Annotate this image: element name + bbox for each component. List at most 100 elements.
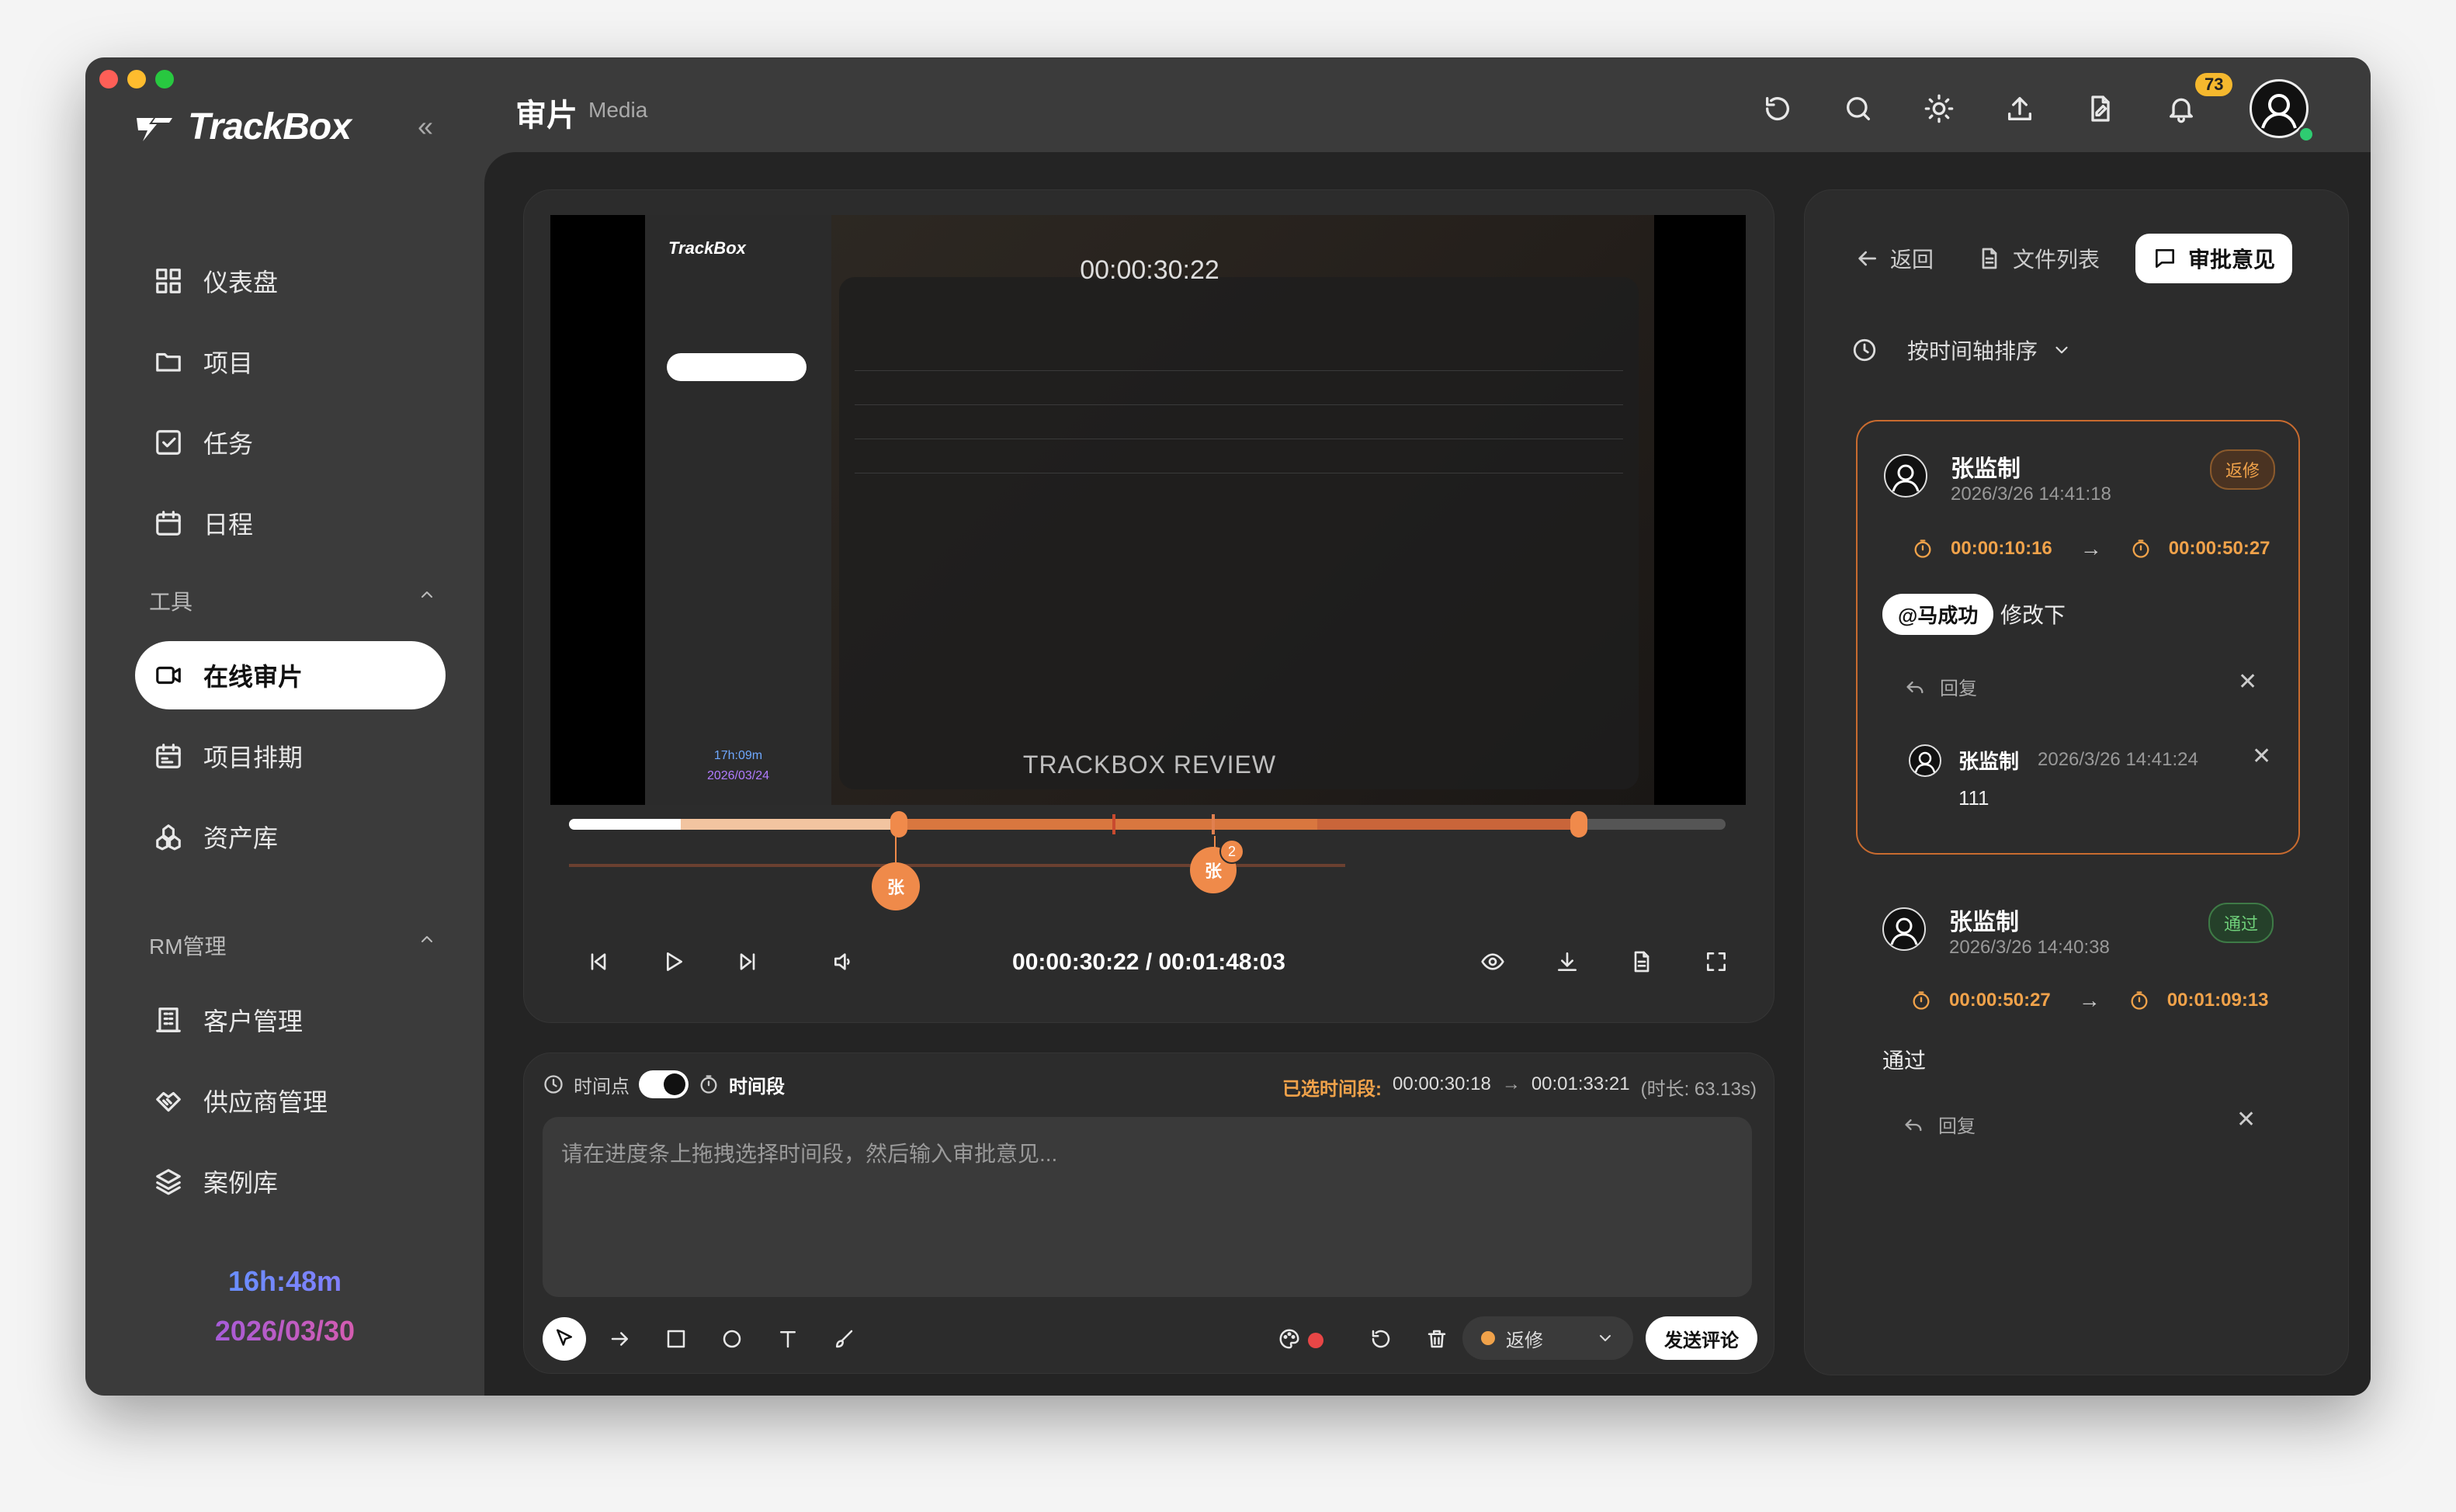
rectangle-tool-button[interactable]: [654, 1317, 698, 1361]
reply-icon: [1906, 681, 1924, 693]
page-subtitle: Media: [588, 98, 648, 122]
comment-input[interactable]: [543, 1117, 1752, 1297]
select-tool-button[interactable]: [543, 1317, 586, 1361]
undo-button[interactable]: [1359, 1317, 1403, 1361]
mode-point-label[interactable]: 时间点: [574, 1071, 630, 1098]
tab-file-list-label: 文件列表: [2013, 248, 2100, 272]
fullscreen-button[interactable]: [1698, 943, 1735, 980]
timer-icon: [2131, 991, 2148, 1010]
reply-label: 回复: [1938, 1116, 1976, 1137]
comment-time-range[interactable]: 00:00:10:16 → 00:00:50:27: [1912, 536, 2270, 561]
download-button[interactable]: [1549, 943, 1586, 980]
app-name: TrackBox: [188, 106, 352, 147]
sidebar-item-tasks[interactable]: 任务: [135, 408, 446, 477]
comment-avatar: [1884, 454, 1927, 498]
app-logo[interactable]: TrackBox: [132, 106, 352, 148]
selected-range-arrow: →: [1501, 1073, 1521, 1094]
layers-icon: [156, 1169, 181, 1195]
handshake-icon: [156, 1091, 181, 1112]
close-reply-button[interactable]: ✕: [2236, 1106, 2256, 1133]
current-time: 00:00:30:22: [1012, 949, 1140, 975]
send-comment-button[interactable]: 发送评论: [1646, 1316, 1757, 1360]
selected-range-start: 00:00:30:18: [1393, 1073, 1491, 1094]
brush-icon: [836, 1330, 853, 1348]
comment-pin[interactable]: 张: [872, 862, 920, 910]
circle-tool-button[interactable]: [710, 1317, 754, 1361]
reply-button[interactable]: 回复: [1904, 673, 1977, 700]
color-picker-button[interactable]: [1268, 1317, 1311, 1361]
toggle-annotations-button[interactable]: [1474, 943, 1511, 980]
status-select[interactable]: 返修: [1462, 1316, 1633, 1360]
refresh-icon: [1765, 97, 1789, 121]
sidebar-item-assets[interactable]: 资产库: [135, 803, 446, 871]
sidebar-item-project-schedule[interactable]: 项目排期: [135, 722, 446, 790]
tab-review-comments[interactable]: 审批意见: [2135, 234, 2293, 283]
rm-group-header[interactable]: RM管理: [149, 930, 436, 961]
mention-tag[interactable]: @马成功: [1882, 594, 1994, 635]
comment-time-range[interactable]: 00:00:50:27 → 00:01:09:13: [1910, 988, 2269, 1013]
avatar-figure-icon: [1914, 751, 1936, 773]
document-icon: [1634, 951, 1649, 973]
arrow-tool-button[interactable]: [598, 1317, 642, 1361]
tools-group-header[interactable]: 工具: [149, 585, 436, 616]
delete-reply-button[interactable]: ✕: [2252, 743, 2271, 770]
comment-text: 修改下: [2000, 603, 2066, 627]
range-start-handle[interactable]: [890, 811, 907, 837]
current-color-swatch[interactable]: [1308, 1333, 1323, 1348]
trackbox-logo-icon: [137, 117, 172, 141]
reply-label: 回复: [1940, 678, 1977, 699]
sidebar-item-label: 资产库: [203, 824, 279, 852]
reply-icon: [1905, 1118, 1922, 1131]
sidebar-item-label: 日程: [203, 511, 254, 539]
collapse-sidebar-button[interactable]: «: [418, 110, 433, 143]
status-badge: 通过: [2208, 903, 2274, 943]
upload-button[interactable]: [1998, 87, 2041, 130]
sidebar-item-dashboard[interactable]: 仪表盘: [135, 247, 446, 315]
search-button[interactable]: [1837, 87, 1880, 130]
back-button[interactable]: 返回: [1854, 234, 1934, 283]
calendar-icon: [156, 511, 181, 536]
notification-badge: 73: [2195, 73, 2233, 96]
sidebar-item-suppliers[interactable]: 供应商管理: [135, 1066, 446, 1135]
video-frame[interactable]: TrackBox 17h:09m 2026/03/24 00:00:30:22 …: [550, 215, 1746, 805]
delete-annotation-button[interactable]: [1415, 1317, 1459, 1361]
comment-range-end: 00:01:09:13: [2166, 990, 2269, 1011]
timeline-scrubber[interactable]: [569, 811, 1726, 837]
comment-icon: [2156, 249, 2174, 268]
mode-range-label[interactable]: 时间段: [729, 1071, 785, 1098]
sidebar-item-label: 仪表盘: [203, 269, 279, 297]
timer-icon: [2132, 539, 2149, 558]
text-tool-button[interactable]: [766, 1317, 810, 1361]
sidebar-item-schedule[interactable]: 日程: [135, 489, 446, 557]
back-label: 返回: [1890, 248, 1934, 272]
tab-file-list[interactable]: 文件列表: [1977, 234, 2100, 283]
file-icon: [1982, 248, 1997, 269]
comment-avatar: [1882, 907, 1926, 951]
reply-button[interactable]: 回复: [1903, 1111, 1976, 1138]
brush-tool-button[interactable]: [822, 1317, 865, 1361]
sidebar-item-online-review[interactable]: 在线审片: [135, 641, 446, 709]
reply-avatar: [1909, 744, 1941, 777]
avatar-figure-icon: [2261, 94, 2297, 129]
comment-card[interactable]: 张监制 2026/3/26 14:41:18 返修 00:00:10:16 → …: [1856, 420, 2300, 855]
sidebar-item-projects[interactable]: 项目: [135, 328, 446, 396]
theme-toggle-button[interactable]: [1917, 87, 1961, 130]
comment-card[interactable]: 张监制 2026/3/26 14:40:38 通过 00:00:50:27 → …: [1856, 889, 2297, 1168]
notifications-button[interactable]: [2159, 87, 2203, 130]
notes-button[interactable]: [1623, 943, 1660, 980]
sidebar-item-cases[interactable]: 案例库: [135, 1147, 446, 1215]
document-tool-button[interactable]: [2079, 87, 2122, 130]
sort-dropdown[interactable]: 按时间轴排序: [1851, 335, 2072, 366]
video-content-sidebar: TrackBox 17h:09m 2026/03/24: [645, 215, 831, 805]
video-content-row-divider: [855, 404, 1623, 405]
mode-toggle[interactable]: [639, 1070, 689, 1098]
timer-icon: [1914, 539, 1931, 558]
text-icon: [780, 1331, 796, 1348]
range-end-handle[interactable]: [1570, 811, 1587, 837]
close-reply-button[interactable]: ✕: [2238, 668, 2257, 695]
sidebar-item-clients[interactable]: 客户管理: [135, 986, 446, 1054]
comment-range-arrow: →: [2080, 536, 2102, 560]
refresh-button[interactable]: [1756, 87, 1799, 130]
page-title: 审片: [515, 99, 578, 133]
total-time: 00:01:48:03: [1158, 949, 1285, 975]
